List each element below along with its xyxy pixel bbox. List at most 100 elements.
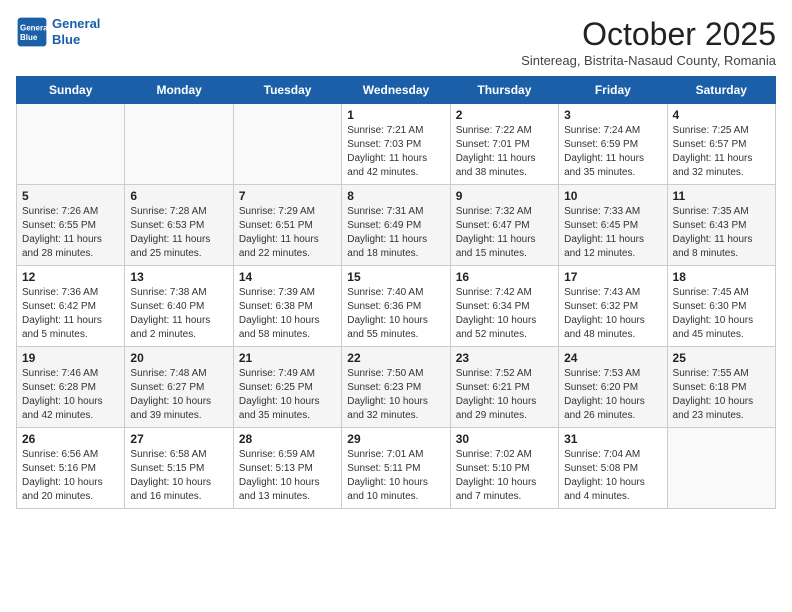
weekday-header-tuesday: Tuesday [233, 77, 341, 104]
day-info: Sunrise: 6:58 AM Sunset: 5:15 PM Dayligh… [130, 448, 227, 504]
calendar-cell: 3 Sunrise: 7:24 AM Sunset: 6:59 PM Daylig… [559, 104, 667, 185]
calendar-week-5: 26 Sunrise: 6:56 AM Sunset: 5:16 PM Dayli… [17, 428, 776, 509]
calendar-cell: 4 Sunrise: 7:25 AM Sunset: 6:57 PM Daylig… [667, 104, 775, 185]
calendar-week-4: 19 Sunrise: 7:46 AM Sunset: 6:28 PM Dayli… [17, 347, 776, 428]
day-number: 31 [564, 432, 661, 446]
day-number: 23 [456, 351, 553, 365]
day-number: 30 [456, 432, 553, 446]
day-number: 29 [347, 432, 444, 446]
day-info: Sunrise: 7:29 AM Sunset: 6:51 PM Dayligh… [239, 205, 336, 261]
calendar-cell: 31 Sunrise: 7:04 AM Sunset: 5:08 PM Dayli… [559, 428, 667, 509]
day-info: Sunrise: 7:42 AM Sunset: 6:34 PM Dayligh… [456, 286, 553, 342]
calendar-cell: 8Sunrise: 7:31 AM Sunset: 6:49 PM Daylig… [342, 185, 450, 266]
day-info: Sunrise: 7:49 AM Sunset: 6:25 PM Dayligh… [239, 367, 336, 423]
calendar-cell: 22Sunrise: 7:50 AM Sunset: 6:23 PM Dayli… [342, 347, 450, 428]
calendar-cell [17, 104, 125, 185]
day-number: 5 [22, 189, 119, 203]
day-info: Sunrise: 7:48 AM Sunset: 6:27 PM Dayligh… [130, 367, 227, 423]
calendar-cell: 30Sunrise: 7:02 AM Sunset: 5:10 PM Dayli… [450, 428, 558, 509]
title-block: October 2025 Sintereag, Bistrita-Nasaud … [521, 16, 776, 68]
logo: General Blue General Blue [16, 16, 100, 48]
day-number: 18 [673, 270, 770, 284]
day-number: 7 [239, 189, 336, 203]
calendar-cell: 26 Sunrise: 6:56 AM Sunset: 5:16 PM Dayli… [17, 428, 125, 509]
weekday-header-friday: Friday [559, 77, 667, 104]
calendar-cell: 11 Sunrise: 7:35 AM Sunset: 6:43 PM Dayli… [667, 185, 775, 266]
day-info: Sunrise: 6:59 AM Sunset: 5:13 PM Dayligh… [239, 448, 336, 504]
day-number: 10 [564, 189, 661, 203]
day-number: 21 [239, 351, 336, 365]
day-number: 26 [22, 432, 119, 446]
calendar-table: SundayMondayTuesdayWednesdayThursdayFrid… [16, 76, 776, 509]
day-info: Sunrise: 7:52 AM Sunset: 6:21 PM Dayligh… [456, 367, 553, 423]
calendar-body: 1Sunrise: 7:21 AM Sunset: 7:03 PM Daylig… [17, 104, 776, 509]
calendar-cell: 15 Sunrise: 7:40 AM Sunset: 6:36 PM Dayli… [342, 266, 450, 347]
calendar-cell: 23 Sunrise: 7:52 AM Sunset: 6:21 PM Dayli… [450, 347, 558, 428]
calendar-week-2: 5 Sunrise: 7:26 AM Sunset: 6:55 PM Daylig… [17, 185, 776, 266]
day-info: Sunrise: 7:45 AM Sunset: 6:30 PM Dayligh… [673, 286, 770, 342]
day-number: 14 [239, 270, 336, 284]
day-number: 2 [456, 108, 553, 122]
day-number: 28 [239, 432, 336, 446]
day-number: 16 [456, 270, 553, 284]
day-info: Sunrise: 7:24 AM Sunset: 6:59 PM Dayligh… [564, 124, 661, 180]
day-number: 19 [22, 351, 119, 365]
calendar-header: SundayMondayTuesdayWednesdayThursdayFrid… [17, 77, 776, 104]
day-info: Sunrise: 7:22 AM Sunset: 7:01 PM Dayligh… [456, 124, 553, 180]
calendar-cell: 7 Sunrise: 7:29 AM Sunset: 6:51 PM Daylig… [233, 185, 341, 266]
day-number: 3 [564, 108, 661, 122]
calendar-cell: 20 Sunrise: 7:48 AM Sunset: 6:27 PM Dayli… [125, 347, 233, 428]
day-number: 24 [564, 351, 661, 365]
weekday-header-row: SundayMondayTuesdayWednesdayThursdayFrid… [17, 77, 776, 104]
day-info: Sunrise: 7:55 AM Sunset: 6:18 PM Dayligh… [673, 367, 770, 423]
day-info: Sunrise: 7:28 AM Sunset: 6:53 PM Dayligh… [130, 205, 227, 261]
day-info: Sunrise: 7:39 AM Sunset: 6:38 PM Dayligh… [239, 286, 336, 342]
calendar-cell: 27 Sunrise: 6:58 AM Sunset: 5:15 PM Dayli… [125, 428, 233, 509]
day-info: Sunrise: 7:01 AM Sunset: 5:11 PM Dayligh… [347, 448, 444, 504]
day-info: Sunrise: 7:46 AM Sunset: 6:28 PM Dayligh… [22, 367, 119, 423]
day-info: Sunrise: 7:04 AM Sunset: 5:08 PM Dayligh… [564, 448, 661, 504]
day-number: 25 [673, 351, 770, 365]
day-info: Sunrise: 7:33 AM Sunset: 6:45 PM Dayligh… [564, 205, 661, 261]
day-number: 20 [130, 351, 227, 365]
day-number: 9 [456, 189, 553, 203]
logo-icon: General Blue [16, 16, 48, 48]
calendar-cell [233, 104, 341, 185]
svg-text:General: General [20, 23, 48, 32]
day-number: 22 [347, 351, 444, 365]
calendar-cell: 1Sunrise: 7:21 AM Sunset: 7:03 PM Daylig… [342, 104, 450, 185]
day-info: Sunrise: 7:38 AM Sunset: 6:40 PM Dayligh… [130, 286, 227, 342]
calendar-cell: 12Sunrise: 7:36 AM Sunset: 6:42 PM Dayli… [17, 266, 125, 347]
calendar-cell: 13Sunrise: 7:38 AM Sunset: 6:40 PM Dayli… [125, 266, 233, 347]
calendar-cell: 28 Sunrise: 6:59 AM Sunset: 5:13 PM Dayli… [233, 428, 341, 509]
calendar-cell: 19 Sunrise: 7:46 AM Sunset: 6:28 PM Dayli… [17, 347, 125, 428]
day-info: Sunrise: 7:35 AM Sunset: 6:43 PM Dayligh… [673, 205, 770, 261]
calendar-cell: 6Sunrise: 7:28 AM Sunset: 6:53 PM Daylig… [125, 185, 233, 266]
calendar-cell: 18 Sunrise: 7:45 AM Sunset: 6:30 PM Dayli… [667, 266, 775, 347]
day-number: 15 [347, 270, 444, 284]
day-info: Sunrise: 7:40 AM Sunset: 6:36 PM Dayligh… [347, 286, 444, 342]
day-number: 12 [22, 270, 119, 284]
weekday-header-wednesday: Wednesday [342, 77, 450, 104]
day-info: Sunrise: 7:31 AM Sunset: 6:49 PM Dayligh… [347, 205, 444, 261]
svg-text:Blue: Blue [20, 33, 38, 42]
day-info: Sunrise: 7:26 AM Sunset: 6:55 PM Dayligh… [22, 205, 119, 261]
calendar-cell: 10 Sunrise: 7:33 AM Sunset: 6:45 PM Dayli… [559, 185, 667, 266]
day-info: Sunrise: 7:25 AM Sunset: 6:57 PM Dayligh… [673, 124, 770, 180]
calendar-cell: 25 Sunrise: 7:55 AM Sunset: 6:18 PM Dayli… [667, 347, 775, 428]
day-info: Sunrise: 7:43 AM Sunset: 6:32 PM Dayligh… [564, 286, 661, 342]
day-number: 27 [130, 432, 227, 446]
calendar-cell: 21 Sunrise: 7:49 AM Sunset: 6:25 PM Dayli… [233, 347, 341, 428]
calendar-cell [125, 104, 233, 185]
day-info: Sunrise: 7:32 AM Sunset: 6:47 PM Dayligh… [456, 205, 553, 261]
weekday-header-monday: Monday [125, 77, 233, 104]
calendar-cell: 16 Sunrise: 7:42 AM Sunset: 6:34 PM Dayli… [450, 266, 558, 347]
calendar-cell: 14 Sunrise: 7:39 AM Sunset: 6:38 PM Dayli… [233, 266, 341, 347]
calendar-cell: 29 Sunrise: 7:01 AM Sunset: 5:11 PM Dayli… [342, 428, 450, 509]
page-header: General Blue General Blue October 2025 S… [16, 16, 776, 68]
day-number: 11 [673, 189, 770, 203]
day-info: Sunrise: 6:56 AM Sunset: 5:16 PM Dayligh… [22, 448, 119, 504]
calendar-week-3: 12Sunrise: 7:36 AM Sunset: 6:42 PM Dayli… [17, 266, 776, 347]
day-number: 4 [673, 108, 770, 122]
day-number: 1 [347, 108, 444, 122]
